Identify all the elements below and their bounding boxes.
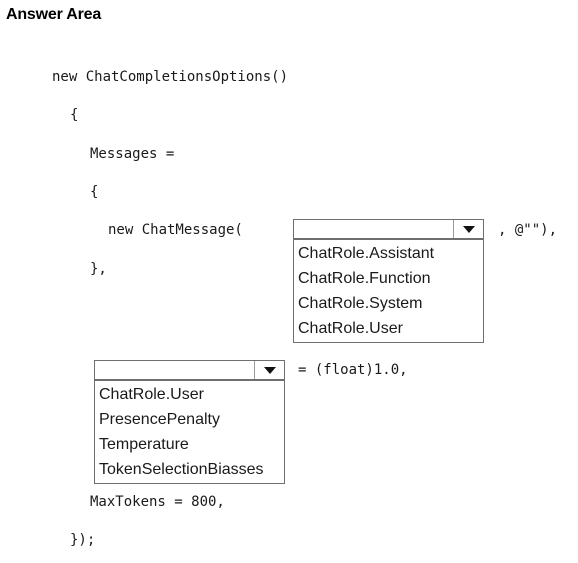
option-presence-penalty[interactable]: PresencePenalty — [95, 407, 284, 432]
chat-role-dropdown-button[interactable] — [453, 220, 483, 238]
option-chatrole-assistant[interactable]: ChatRole.Assistant — [294, 241, 483, 266]
chat-role-dropdown[interactable] — [293, 219, 484, 239]
option-property-dropdown-button[interactable] — [254, 361, 284, 379]
chat-role-options-list: ChatRole.Assistant ChatRole.Function Cha… — [293, 239, 484, 343]
option-chatrole-user-2[interactable]: ChatRole.User — [95, 382, 284, 407]
option-chatrole-system[interactable]: ChatRole.System — [294, 291, 483, 316]
answer-area-title: Answer Area — [6, 6, 102, 23]
option-property-dropdown[interactable] — [94, 360, 285, 380]
code-line-messages: Messages = — [90, 146, 175, 162]
code-line-open-brace: { — [70, 107, 79, 123]
code-line-messages-close-brace: }, — [90, 261, 107, 277]
option-chatrole-function[interactable]: ChatRole.Function — [294, 266, 483, 291]
option-temperature[interactable]: Temperature — [95, 432, 284, 457]
code-line-close: }); — [70, 532, 96, 548]
code-line-messages-open-brace: { — [90, 184, 99, 200]
option-property-options-list: ChatRole.User PresencePenalty Temperatur… — [94, 380, 285, 484]
option-token-selection-biasses[interactable]: TokenSelectionBiasses — [95, 457, 284, 482]
code-line-max-tokens: MaxTokens = 800, — [90, 494, 225, 510]
code-line-chat-message: new ChatMessage( — [108, 222, 243, 238]
option-chatrole-user[interactable]: ChatRole.User — [294, 316, 483, 341]
chevron-down-icon — [264, 367, 276, 374]
code-line-property-value: = (float)1.0, — [298, 362, 408, 378]
chevron-down-icon — [463, 226, 475, 233]
code-line-options-ctor: new ChatCompletionsOptions() — [52, 69, 289, 85]
code-line-chat-message-suffix: , @""), — [498, 222, 558, 238]
